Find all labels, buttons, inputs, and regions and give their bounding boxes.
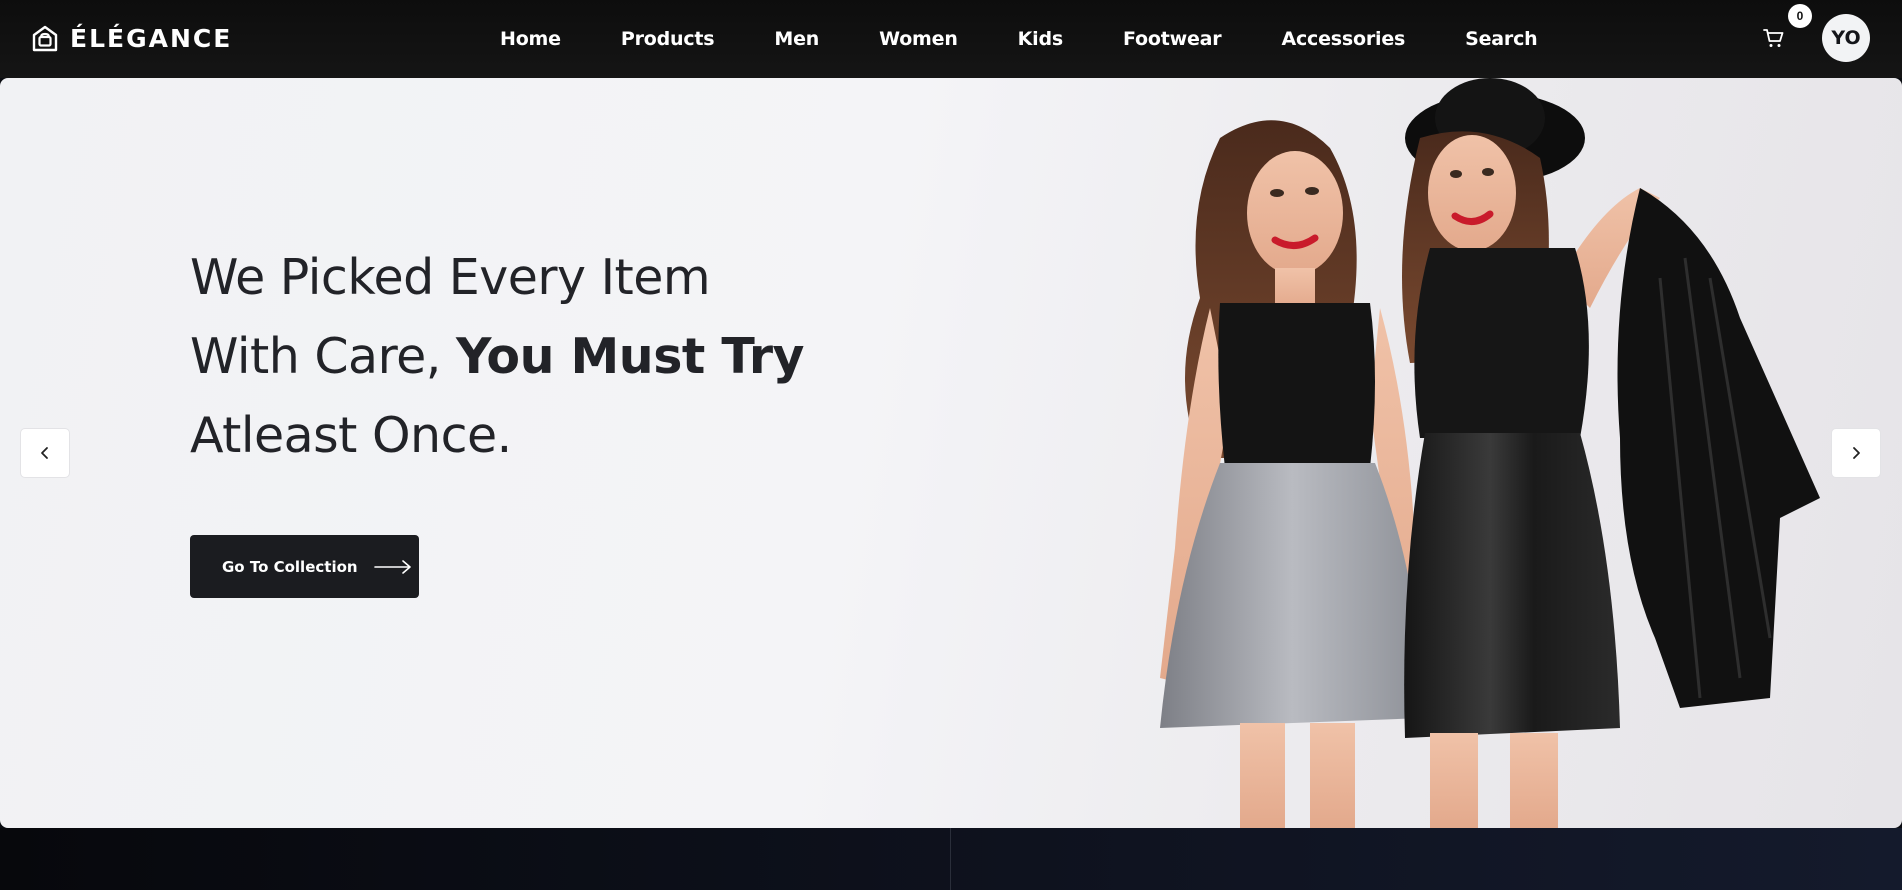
brand-logo[interactable]: ÉLÉGANCE <box>32 24 232 53</box>
user-avatar[interactable]: YO <box>1822 14 1870 62</box>
hero-headline: We Picked Every Item With Care, You Must… <box>190 238 890 475</box>
chevron-left-icon <box>41 447 48 459</box>
main-navigation: Home Products Men Women Kids Footwear Ac… <box>500 0 1538 78</box>
hero-line-2-bold: You Must Try <box>455 328 805 385</box>
hero-line-2: With Care, You Must Try <box>190 317 890 396</box>
go-to-collection-button[interactable]: Go To Collection <box>190 535 419 598</box>
house-shop-icon <box>32 25 58 51</box>
hero-banner: We Picked Every Item With Care, You Must… <box>0 78 1902 828</box>
nav-kids[interactable]: Kids <box>1018 28 1064 50</box>
long-arrow-right-icon <box>373 559 411 574</box>
slider-next-button[interactable] <box>1831 428 1881 478</box>
nav-women[interactable]: Women <box>879 28 958 50</box>
hero-line-1: We Picked Every Item <box>190 249 711 306</box>
slider-prev-button[interactable] <box>20 428 70 478</box>
top-navbar: ÉLÉGANCE Home Products Men Women Kids Fo… <box>0 0 1902 78</box>
nav-footwear[interactable]: Footwear <box>1123 28 1222 50</box>
cart-button[interactable] <box>1762 26 1786 50</box>
nav-accessories[interactable]: Accessories <box>1281 28 1405 50</box>
section-divider <box>950 828 951 890</box>
next-section-strip <box>0 828 1902 890</box>
two-models-photo <box>1160 78 1820 828</box>
nav-search[interactable]: Search <box>1465 28 1538 50</box>
nav-men[interactable]: Men <box>774 28 819 50</box>
hero-line-3: Atleast Once. <box>190 407 512 464</box>
nav-home[interactable]: Home <box>500 28 561 50</box>
chevron-right-icon <box>1853 447 1860 459</box>
cart-count-badge: 0 <box>1788 4 1812 28</box>
shopping-cart-icon <box>1763 29 1784 47</box>
cta-label: Go To Collection <box>222 557 358 576</box>
nav-products[interactable]: Products <box>621 28 715 50</box>
brand-name: ÉLÉGANCE <box>70 24 233 53</box>
hero-line-2-regular: With Care, <box>190 328 456 385</box>
